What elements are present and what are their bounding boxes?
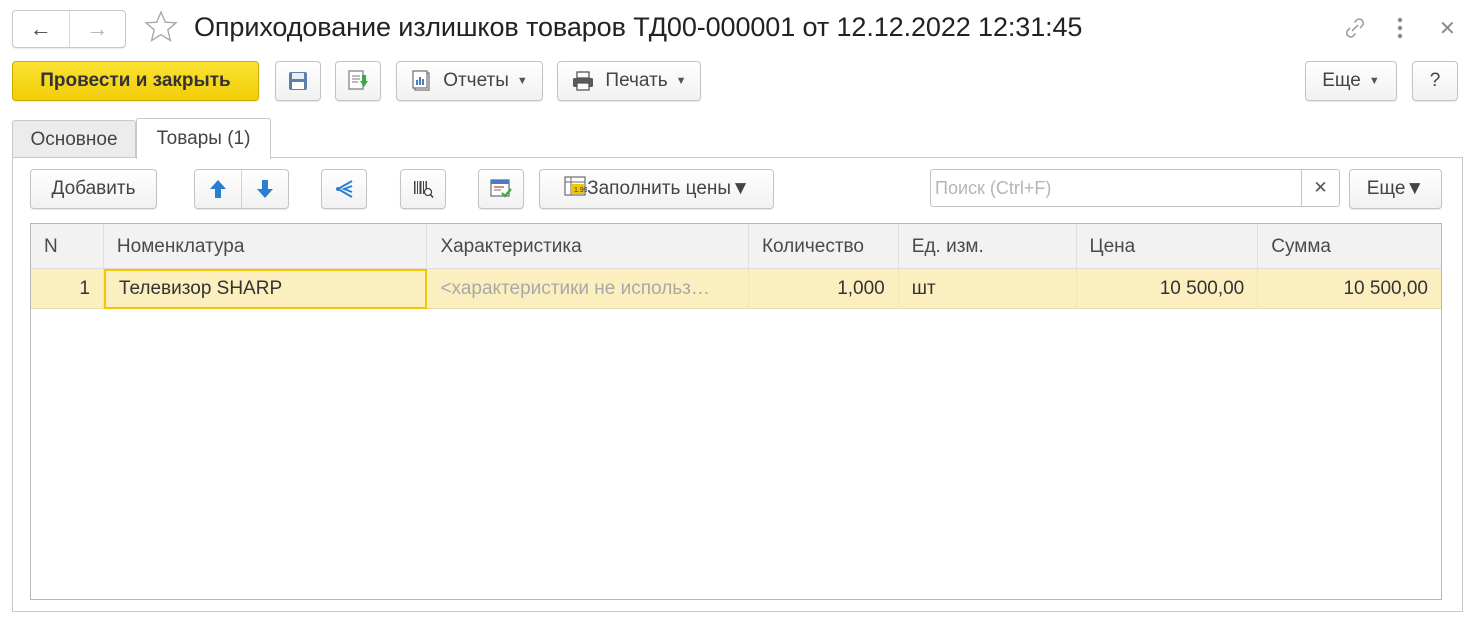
more-label: Еще	[1322, 70, 1361, 91]
table-more-label: Еще	[1366, 178, 1406, 199]
tab-main[interactable]: Основное	[12, 120, 136, 158]
post-button[interactable]	[335, 61, 381, 101]
column-header-n[interactable]: N	[31, 224, 104, 269]
move-down-button[interactable]	[242, 170, 288, 208]
distribute-button[interactable]	[321, 169, 367, 209]
column-header-quantity[interactable]: Количество	[749, 224, 899, 269]
search-input[interactable]	[931, 170, 1301, 206]
chevron-down-icon: ▼	[1405, 178, 1425, 199]
move-up-button[interactable]	[195, 170, 242, 208]
chevron-down-icon: ▼	[675, 75, 687, 87]
back-arrow-icon[interactable]: ←	[13, 11, 70, 47]
print-label: Печать	[605, 70, 668, 91]
more-vertical-icon[interactable]	[1390, 15, 1410, 41]
printer-icon	[573, 71, 594, 91]
svg-text:1.99: 1.99	[574, 187, 587, 194]
table-row[interactable]: 1 Телевизор SHARP <характеристики не исп…	[31, 269, 1441, 309]
move-up-icon	[210, 180, 226, 198]
close-icon[interactable]: ✕	[1439, 16, 1456, 41]
goods-panel: Добавить 1.99 Заполнить цены ▼ Поиск (Ct…	[12, 157, 1463, 612]
cell-unit[interactable]: шт	[899, 269, 1077, 309]
print-button[interactable]: Печать ▼	[557, 61, 701, 101]
cell-n[interactable]: 1	[31, 269, 104, 309]
reports-icon	[412, 70, 430, 91]
goods-table: N Номенклатура Характеристика Количество…	[30, 223, 1442, 600]
table-more-button[interactable]: Еще ▼	[1349, 169, 1442, 209]
column-header-characteristic[interactable]: Характеристика	[427, 224, 749, 269]
barcode-button[interactable]	[400, 169, 446, 209]
barcode-icon	[414, 181, 434, 199]
select-icon	[490, 179, 512, 198]
help-button[interactable]: ?	[1412, 61, 1458, 101]
column-header-nomenclature[interactable]: Номенклатура	[104, 224, 428, 269]
column-header-unit[interactable]: Ед. изм.	[899, 224, 1077, 269]
link-icon[interactable]	[1341, 14, 1369, 42]
tab-goods[interactable]: Товары (1)	[136, 118, 271, 159]
fill-prices-icon: 1.99	[564, 176, 588, 196]
column-header-sum[interactable]: Сумма	[1258, 224, 1441, 269]
post-icon	[348, 70, 368, 90]
clear-search-icon[interactable]: ✕	[1301, 170, 1339, 206]
move-down-icon	[257, 180, 273, 198]
cell-price[interactable]: 10 500,00	[1077, 269, 1259, 309]
cell-nomenclature[interactable]: Телевизор SHARP	[103, 269, 428, 309]
title-bar: ← → Оприходование излишков товаров ТД00-…	[0, 0, 1475, 58]
cell-sum[interactable]: 10 500,00	[1258, 269, 1441, 309]
save-icon	[289, 72, 307, 90]
page-title: Оприходование излишков товаров ТД00-0000…	[194, 12, 1083, 42]
reports-button[interactable]: Отчеты ▼	[396, 61, 543, 101]
fill-prices-label: Заполнить цены	[587, 178, 732, 199]
add-button[interactable]: Добавить	[30, 169, 157, 209]
post-and-close-button[interactable]: Провести и закрыть	[12, 61, 259, 101]
move-buttons	[194, 169, 289, 209]
fill-prices-button[interactable]: 1.99 Заполнить цены ▼	[539, 169, 774, 209]
distribute-icon	[335, 180, 353, 198]
cell-quantity[interactable]: 1,000	[749, 269, 899, 309]
chevron-down-icon: ▼	[1368, 75, 1380, 87]
table-header: N Номенклатура Характеристика Количество…	[31, 224, 1441, 269]
star-icon[interactable]	[143, 9, 179, 45]
save-button[interactable]	[275, 61, 321, 101]
select-button[interactable]	[478, 169, 524, 209]
forward-arrow-icon[interactable]: →	[70, 11, 126, 47]
more-button[interactable]: Еще ▼	[1305, 61, 1397, 101]
reports-label: Отчеты	[443, 70, 509, 91]
cell-characteristic[interactable]: <характеристики не использ…	[427, 269, 749, 309]
search-field: ✕	[930, 169, 1340, 207]
chevron-down-icon: ▼	[731, 178, 750, 199]
column-header-price[interactable]: Цена	[1077, 224, 1259, 269]
chevron-down-icon: ▼	[516, 75, 528, 87]
navigation-buttons: ← →	[12, 10, 126, 48]
